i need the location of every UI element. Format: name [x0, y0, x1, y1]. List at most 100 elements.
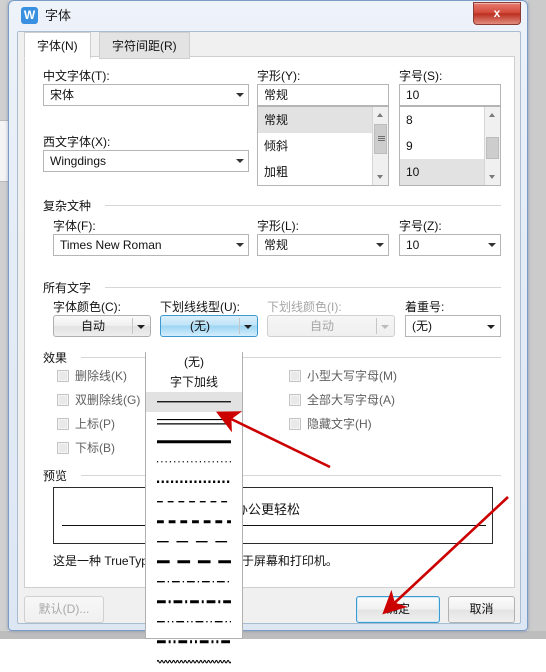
- list-item[interactable]: 倾斜: [258, 133, 388, 159]
- font-size-scrollbar[interactable]: [484, 107, 500, 185]
- underline-option-6[interactable]: [146, 472, 242, 492]
- group-divider: [105, 205, 501, 206]
- font-size-listbox[interactable]: 8 9 10: [399, 106, 501, 186]
- tab-character-spacing[interactable]: 字符间距(R): [99, 32, 190, 59]
- underline-option-1[interactable]: 字下加线: [146, 372, 242, 392]
- dialog-client-area: 字体(N) 字符间距(R) 中文字体(T): 宋体 字形(Y): 常规 常规 倾…: [17, 31, 521, 624]
- underline-option-5[interactable]: [146, 452, 242, 472]
- list-item[interactable]: 常规: [258, 107, 388, 133]
- group-divider: [105, 287, 501, 288]
- underline-option-8[interactable]: [146, 512, 242, 532]
- checkbox-icon[interactable]: [289, 370, 301, 382]
- underline-style-combo[interactable]: (无): [160, 315, 258, 337]
- emphasis-mark-combo[interactable]: (无): [405, 315, 501, 337]
- scroll-down-icon[interactable]: [485, 170, 500, 185]
- default-button[interactable]: 默认(D)...: [24, 596, 104, 623]
- list-item[interactable]: 加粗: [258, 159, 388, 185]
- checkbox-label: 双删除线(G): [75, 393, 141, 407]
- complex-font-combo[interactable]: Times New Roman: [53, 234, 249, 256]
- underline-option-0[interactable]: (无): [146, 352, 242, 372]
- complex-font-value: Times New Roman: [60, 238, 162, 252]
- checkbox-label: 隐藏文字(H): [307, 417, 372, 431]
- chevron-down-icon: [236, 93, 244, 97]
- font-color-label: 字体颜色(C):: [53, 300, 121, 314]
- chinese-font-label: 中文字体(T):: [43, 69, 110, 83]
- western-font-label: 西文字体(X):: [43, 135, 111, 149]
- scroll-up-icon[interactable]: [373, 107, 388, 122]
- chinese-font-combo[interactable]: 宋体: [43, 84, 249, 106]
- complex-script-group-title: 复杂文种: [43, 197, 97, 214]
- chevron-down-icon: [381, 325, 389, 329]
- complex-style-value: 常规: [264, 238, 289, 252]
- font-style-input[interactable]: 常规: [257, 84, 389, 106]
- font-color-combo[interactable]: 自动: [53, 315, 151, 337]
- tab-font[interactable]: 字体(N): [24, 32, 91, 59]
- underline-style-dropdown[interactable]: (无) 字下加线: [145, 352, 243, 664]
- checkbox-icon[interactable]: [289, 394, 301, 406]
- complex-style-label: 字形(L):: [257, 219, 300, 233]
- cancel-button[interactable]: 取消: [448, 596, 515, 623]
- checkbox-icon[interactable]: [289, 418, 301, 430]
- close-icon[interactable]: x: [473, 2, 521, 25]
- preview-underline: [62, 525, 486, 526]
- chevron-down-icon: [236, 159, 244, 163]
- font-size-input[interactable]: 10: [399, 84, 501, 106]
- underline-option-2[interactable]: [146, 392, 242, 412]
- font-style-label: 字形(Y):: [257, 69, 301, 83]
- window-title: 字体: [45, 8, 72, 23]
- complex-size-combo[interactable]: 10: [399, 234, 501, 256]
- checkbox-icon[interactable]: [57, 442, 69, 454]
- wps-w-icon: W: [21, 7, 38, 24]
- preview-box: 让办公更轻松: [53, 487, 493, 544]
- emphasis-mark-value: (无): [412, 319, 432, 333]
- underline-color-combo: 自动: [267, 315, 395, 337]
- underline-option-14[interactable]: [146, 632, 242, 652]
- scroll-down-icon[interactable]: [373, 170, 388, 185]
- chevron-down-icon: [137, 325, 145, 329]
- checkbox-label: 小型大写字母(M): [307, 369, 397, 383]
- complex-size-label: 字号(Z):: [399, 219, 442, 233]
- checkbox-label: 下标(B): [75, 441, 115, 455]
- underline-option-4[interactable]: [146, 432, 242, 452]
- underline-option-9[interactable]: [146, 532, 242, 552]
- ok-button[interactable]: 确定: [356, 596, 440, 623]
- title-bar[interactable]: W 字体 x: [9, 1, 527, 31]
- western-font-combo[interactable]: Wingdings: [43, 150, 249, 172]
- scroll-up-icon[interactable]: [485, 107, 500, 122]
- underline-option-3[interactable]: [146, 412, 242, 432]
- underline-option-7[interactable]: [146, 492, 242, 512]
- all-text-group-title: 所有文字: [43, 279, 97, 296]
- font-size-value: 10: [406, 88, 420, 102]
- underline-option-10[interactable]: [146, 552, 242, 572]
- complex-size-value: 10: [406, 238, 420, 252]
- underline-option-15[interactable]: [146, 652, 242, 672]
- underline-option-12[interactable]: [146, 592, 242, 612]
- chevron-down-icon: [488, 243, 496, 247]
- checkbox-icon[interactable]: [57, 370, 69, 382]
- font-style-listbox[interactable]: 常规 倾斜 加粗: [257, 106, 389, 186]
- group-divider: [81, 475, 501, 476]
- chevron-down-icon: [236, 243, 244, 247]
- checkbox-icon[interactable]: [57, 394, 69, 406]
- checkbox-label: 上标(P): [75, 417, 115, 431]
- underline-style-label: 下划线线型(U):: [160, 300, 240, 314]
- complex-style-combo[interactable]: 常规: [257, 234, 389, 256]
- font-style-value: 常规: [264, 88, 289, 102]
- underline-option-11[interactable]: [146, 572, 242, 592]
- chevron-down-icon: [244, 325, 252, 329]
- scrollbar-thumb[interactable]: [374, 124, 387, 154]
- checkbox-label: 全部大写字母(A): [307, 393, 395, 407]
- underline-color-label: 下划线颜色(I):: [267, 300, 342, 314]
- underline-option-13[interactable]: [146, 612, 242, 632]
- font-tab-panel: 中文字体(T): 宋体 字形(Y): 常规 常规 倾斜 加粗 字号(S): 10…: [24, 56, 515, 588]
- effects-group-title: 效果: [43, 349, 73, 366]
- font-style-scrollbar[interactable]: [372, 107, 388, 185]
- checkbox-label: 删除线(K): [75, 369, 127, 383]
- scrollbar-thumb[interactable]: [486, 137, 499, 159]
- font-color-value: 自动: [80, 319, 105, 333]
- underline-style-value: (无): [190, 319, 210, 333]
- chevron-down-icon: [376, 243, 384, 247]
- underline-color-value: 自动: [309, 319, 334, 333]
- checkbox-icon[interactable]: [57, 418, 69, 430]
- preview-group-title: 预览: [43, 467, 73, 484]
